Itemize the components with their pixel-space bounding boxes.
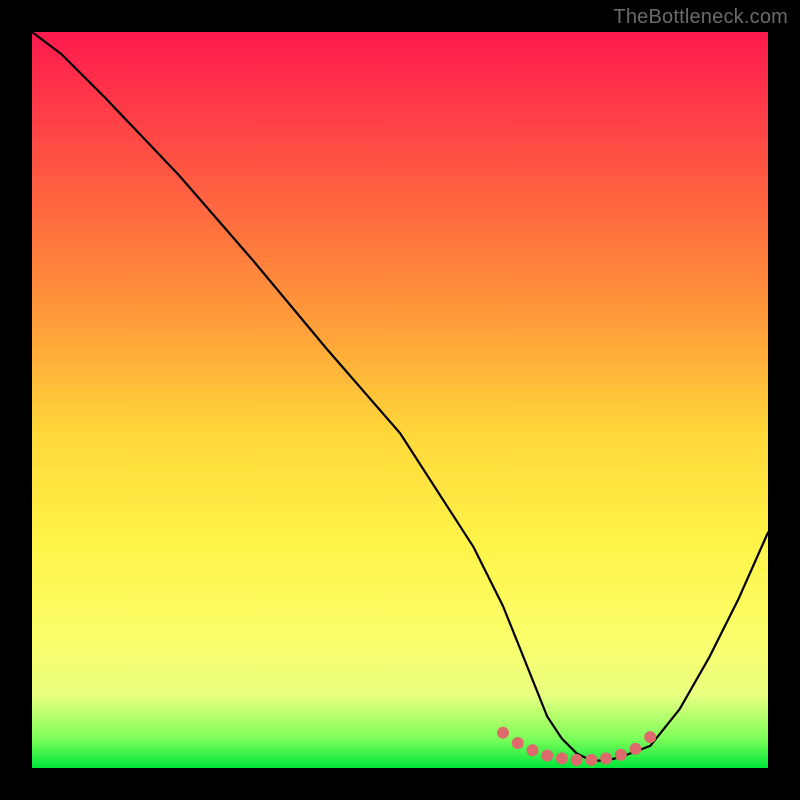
plot-area	[32, 32, 768, 768]
highlight-dot	[600, 752, 612, 764]
highlight-dot	[527, 744, 539, 756]
highlight-dot	[512, 737, 524, 749]
highlight-dot	[556, 752, 568, 764]
highlight-dot	[585, 754, 597, 766]
highlight-dots	[497, 727, 656, 766]
highlight-dot	[615, 749, 627, 761]
highlight-dot	[541, 750, 553, 762]
chart-frame: TheBottleneck.com	[0, 0, 800, 800]
watermark-text: TheBottleneck.com	[613, 6, 788, 29]
highlight-dot	[644, 731, 656, 743]
bottleneck-curve	[32, 32, 768, 761]
highlight-dot	[497, 727, 509, 739]
highlight-dot	[571, 754, 583, 766]
curve-layer	[32, 32, 768, 768]
highlight-dot	[630, 743, 642, 755]
